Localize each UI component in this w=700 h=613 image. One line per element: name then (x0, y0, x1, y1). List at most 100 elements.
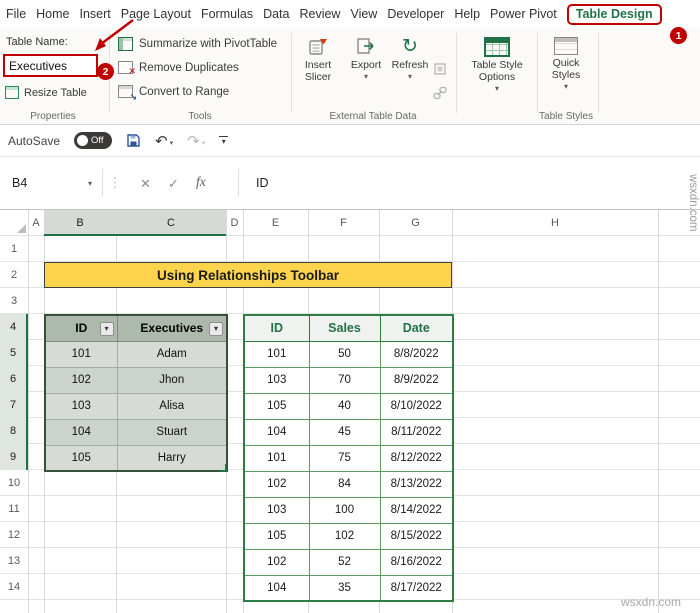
confirm-icon[interactable]: ✓ (168, 176, 179, 192)
cell[interactable]: 8/13/2022 (379, 470, 454, 498)
cell[interactable]: 84 (308, 470, 381, 498)
table-resize-handle[interactable] (219, 464, 227, 472)
filter-button[interactable]: ▾ (99, 322, 114, 336)
properties-icon[interactable] (433, 62, 447, 76)
row-header-5[interactable]: 5 (0, 340, 28, 366)
row-header-10[interactable]: 10 (0, 470, 28, 496)
column-header-e[interactable]: E (243, 210, 308, 236)
cancel-icon[interactable]: ✕ (140, 176, 151, 192)
sales-amount-header[interactable]: Sales (308, 314, 381, 342)
cell[interactable]: 40 (308, 392, 381, 420)
sheet-title-cell[interactable]: Using Relationships Toolbar (44, 262, 452, 288)
row-header-3[interactable]: 3 (0, 288, 28, 314)
convert-to-range-button[interactable]: Convert to Range (118, 85, 229, 103)
tab-review[interactable]: Review (299, 7, 340, 21)
executives-name-header[interactable]: Executives ▾ (116, 314, 228, 342)
save-button[interactable] (126, 133, 141, 148)
cell[interactable]: Alisa (116, 392, 228, 420)
unlink-icon[interactable] (433, 86, 447, 100)
cell[interactable]: 104 (243, 574, 310, 602)
executives-id-header[interactable]: ID ▾ (44, 314, 118, 342)
name-box[interactable]: B4 ▾ (6, 169, 98, 197)
row-header-12[interactable]: 12 (0, 522, 28, 548)
tab-power-pivot[interactable]: Power Pivot (490, 7, 557, 21)
cell[interactable]: 101 (44, 340, 118, 368)
cell[interactable]: Stuart (116, 418, 228, 446)
cell[interactable]: 102 (243, 470, 310, 498)
cell[interactable]: 35 (308, 574, 381, 602)
cell[interactable]: 102 (308, 522, 381, 550)
tab-file[interactable]: File (6, 7, 26, 21)
row-header-13[interactable]: 13 (0, 548, 28, 574)
column-header-f[interactable]: F (308, 210, 379, 236)
cell[interactable]: 8/16/2022 (379, 548, 454, 576)
tab-developer[interactable]: Developer (387, 7, 444, 21)
row-header-7[interactable]: 7 (0, 392, 28, 418)
cell[interactable]: 8/14/2022 (379, 496, 454, 524)
cell[interactable]: 8/17/2022 (379, 574, 454, 602)
cell[interactable]: 75 (308, 444, 381, 472)
refresh-button[interactable]: ↻ Refresh ▾ (390, 33, 430, 117)
row-header-6[interactable]: 6 (0, 366, 28, 392)
cell[interactable]: 8/8/2022 (379, 340, 454, 368)
column-header-b[interactable]: B (44, 210, 116, 236)
cell[interactable]: 105 (243, 392, 310, 420)
cell[interactable]: 102 (44, 366, 118, 394)
cell[interactable]: Harry (116, 444, 228, 472)
cell[interactable]: 105 (243, 522, 310, 550)
cell[interactable]: 105 (44, 444, 118, 472)
row-header-9[interactable]: 9 (0, 444, 28, 470)
column-header-d[interactable]: D (226, 210, 243, 236)
redo-button[interactable]: ↷ ▾ (187, 132, 205, 150)
autosave-toggle[interactable]: Off (74, 132, 113, 149)
sales-id-header[interactable]: ID (243, 314, 310, 342)
sales-date-header[interactable]: Date (379, 314, 454, 342)
cell[interactable]: 101 (243, 340, 310, 368)
row-header-2[interactable]: 2 (0, 262, 28, 288)
cell[interactable]: 50 (308, 340, 381, 368)
insert-function-button[interactable]: fx (196, 174, 206, 190)
cell[interactable]: Jhon (116, 366, 228, 394)
column-header-g[interactable]: G (379, 210, 452, 236)
column-header-a[interactable]: A (28, 210, 44, 236)
cell[interactable]: 8/11/2022 (379, 418, 454, 446)
cell[interactable]: 103 (243, 366, 310, 394)
cell[interactable]: 70 (308, 366, 381, 394)
cell[interactable]: 8/15/2022 (379, 522, 454, 550)
tab-view[interactable]: View (350, 7, 377, 21)
row-header-14[interactable]: 14 (0, 574, 28, 600)
row-header-8[interactable]: 8 (0, 418, 28, 444)
cell[interactable]: 104 (44, 418, 118, 446)
quick-styles-button[interactable]: Quick Styles ▾ (541, 33, 591, 117)
insert-slicer-button[interactable]: Insert Slicer (294, 33, 342, 117)
cell[interactable]: 52 (308, 548, 381, 576)
row-header-11[interactable]: 11 (0, 496, 28, 522)
tab-insert[interactable]: Insert (80, 7, 111, 21)
column-header-h[interactable]: H (452, 210, 658, 236)
resize-table-button[interactable]: Resize Table (5, 86, 87, 99)
formula-input[interactable]: ID (256, 176, 269, 190)
tab-data[interactable]: Data (263, 7, 289, 21)
tab-home[interactable]: Home (36, 7, 69, 21)
cell[interactable]: 103 (243, 496, 310, 524)
cell[interactable]: 104 (243, 418, 310, 446)
table-name-input[interactable] (3, 54, 98, 77)
cell[interactable]: 8/10/2022 (379, 392, 454, 420)
row-header-1[interactable]: 1 (0, 236, 28, 262)
cell[interactable]: 103 (44, 392, 118, 420)
select-all-corner[interactable] (17, 224, 26, 233)
table-style-options-button[interactable]: Table Style Options ▾ (461, 33, 533, 117)
cell[interactable]: 8/9/2022 (379, 366, 454, 394)
customize-quick-access-button[interactable]: ▾ (219, 136, 229, 146)
export-button[interactable]: Export ▾ (346, 33, 386, 117)
drag-handle-icon[interactable]: ⋮ (108, 174, 122, 191)
tab-formulas[interactable]: Formulas (201, 7, 253, 21)
filter-button[interactable]: ▾ (209, 322, 223, 336)
undo-button[interactable]: ↶ ▾ (155, 132, 173, 150)
cell[interactable]: Adam (116, 340, 228, 368)
tab-help[interactable]: Help (454, 7, 480, 21)
remove-duplicates-button[interactable]: Remove Duplicates (118, 61, 239, 77)
cell[interactable]: 101 (243, 444, 310, 472)
cell[interactable]: 102 (243, 548, 310, 576)
summarize-with-pivottable-button[interactable]: Summarize with PivotTable (118, 37, 277, 51)
